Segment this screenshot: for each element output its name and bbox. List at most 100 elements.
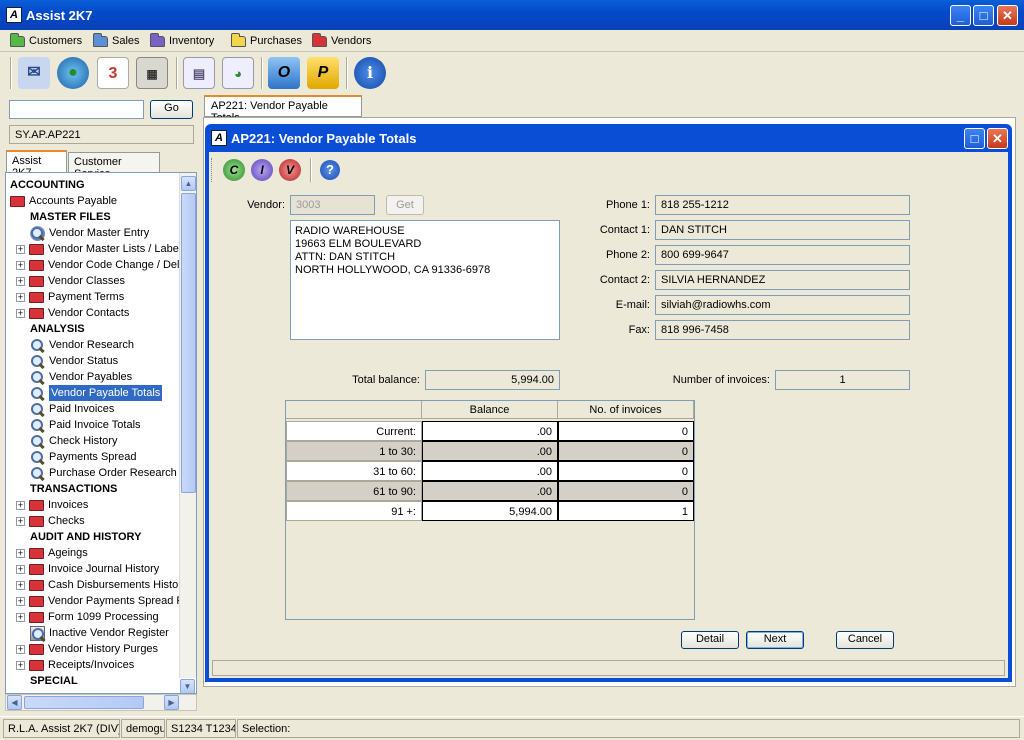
expand-icon[interactable]: + bbox=[16, 580, 25, 590]
scroll-up-icon[interactable]: ▲ bbox=[181, 176, 196, 191]
tree-item[interactable]: + Cash Disbursements Histor bbox=[16, 577, 182, 593]
tree-item[interactable]: + Ageings bbox=[16, 545, 88, 561]
tree-item[interactable]: + Form 1099 Processing bbox=[16, 609, 159, 625]
tree-item[interactable]: Paid Invoices bbox=[30, 401, 114, 417]
tree-item[interactable]: + Vendor Master Lists / Label bbox=[16, 241, 181, 257]
tab-assist-2k7[interactable]: Assist 2K7 bbox=[6, 150, 67, 179]
tree-item[interactable]: + Vendor Contacts bbox=[16, 305, 129, 321]
vendor-label: Vendor: bbox=[247, 199, 285, 211]
tree-item[interactable]: Vendor Status bbox=[30, 353, 118, 369]
contact-value: 800 699-9647 bbox=[655, 245, 910, 265]
expand-icon[interactable]: + bbox=[16, 516, 25, 526]
scroll-right-icon[interactable]: ▶ bbox=[164, 695, 179, 710]
tree-item[interactable]: Vendor Payables bbox=[30, 369, 132, 385]
tree-item[interactable]: Accounts Payable bbox=[10, 193, 117, 209]
calculator-icon[interactable]: ▦ bbox=[136, 57, 168, 89]
toolbar-grip bbox=[211, 158, 213, 182]
cancel-button[interactable]: Cancel bbox=[836, 631, 894, 649]
tree-item[interactable]: + Checks bbox=[16, 513, 85, 529]
grid-cell-count[interactable]: 0 bbox=[558, 421, 694, 441]
menu-customers[interactable]: Customers bbox=[10, 32, 82, 49]
vendor-code-field[interactable]: 3003 bbox=[290, 195, 375, 215]
grid-cell-balance[interactable]: .00 bbox=[422, 421, 558, 441]
tree-item[interactable]: + Receipts/Invoices bbox=[16, 657, 134, 673]
mail-icon[interactable]: ✉ bbox=[18, 57, 50, 89]
tab-customer-service[interactable]: Customer Service bbox=[68, 152, 160, 180]
grid-cell-count[interactable]: 0 bbox=[558, 441, 694, 461]
expand-icon[interactable]: + bbox=[16, 612, 25, 622]
menu-vendors[interactable]: Vendors bbox=[312, 32, 371, 49]
tree-horizontal-scrollbar[interactable]: ◀ ▶ bbox=[5, 694, 197, 711]
tree-item-label: TRANSACTIONS bbox=[30, 483, 118, 495]
outlook-icon[interactable]: O bbox=[268, 57, 300, 89]
tree-item[interactable]: + Vendor History Purges bbox=[16, 641, 158, 657]
grid-cell-balance[interactable]: .00 bbox=[422, 481, 558, 501]
scroll-down-icon[interactable]: ▼ bbox=[180, 679, 195, 693]
publisher-icon[interactable]: P bbox=[307, 57, 339, 89]
detail-button[interactable]: Detail bbox=[681, 631, 739, 649]
info-icon[interactable]: i bbox=[354, 57, 386, 89]
inventory-icon[interactable]: I bbox=[251, 159, 273, 181]
tree-item[interactable]: + Vendor Payments Spread R bbox=[16, 593, 184, 609]
tree-item[interactable]: + Vendor Code Change / Dele bbox=[16, 257, 186, 273]
tree-item-label: Receipts/Invoices bbox=[48, 659, 135, 671]
grid-cell-balance[interactable]: 5,994.00 bbox=[422, 501, 558, 521]
get-button[interactable]: Get bbox=[386, 195, 424, 215]
grid-cell-balance[interactable]: .00 bbox=[422, 441, 558, 461]
status-user: demogui bbox=[121, 719, 165, 738]
maximize-button[interactable]: □ bbox=[973, 5, 994, 26]
inner-close-button[interactable]: ✕ bbox=[987, 128, 1008, 149]
grid-cell-balance[interactable]: .00 bbox=[422, 461, 558, 481]
contact-value: DAN STITCH bbox=[655, 220, 910, 240]
contact-card-icon[interactable]: ▤ bbox=[183, 57, 215, 89]
tree-item[interactable]: + Invoice Journal History bbox=[16, 561, 159, 577]
expand-icon[interactable]: + bbox=[16, 244, 25, 254]
globe-icon[interactable]: ● bbox=[57, 57, 89, 89]
tree-item[interactable]: Vendor Research bbox=[30, 337, 134, 353]
tree-item[interactable]: Vendor Master Entry bbox=[30, 225, 149, 241]
expand-icon[interactable]: + bbox=[16, 660, 25, 670]
go-button[interactable]: Go bbox=[150, 100, 193, 119]
close-button[interactable]: ✕ bbox=[997, 5, 1018, 26]
inner-maximize-button[interactable]: □ bbox=[964, 128, 985, 149]
tree-item[interactable]: Payments Spread bbox=[30, 449, 136, 465]
tree-item[interactable]: + Payment Terms bbox=[16, 289, 124, 305]
tree-item-label: Paid Invoice Totals bbox=[49, 419, 141, 431]
menu-purchases[interactable]: Purchases bbox=[231, 32, 302, 49]
minimize-button[interactable]: _ bbox=[950, 5, 971, 26]
expand-icon[interactable]: + bbox=[16, 276, 25, 286]
next-button[interactable]: Next bbox=[746, 631, 804, 649]
report-chart-icon[interactable]: ◕ bbox=[222, 57, 254, 89]
grid-cell-count[interactable]: 0 bbox=[558, 461, 694, 481]
tree-item[interactable]: Check History bbox=[30, 433, 117, 449]
menu-inventory[interactable]: Inventory bbox=[150, 32, 214, 49]
tree-item[interactable]: Purchase Order Research bbox=[30, 465, 177, 481]
tree-item[interactable]: + Invoices bbox=[16, 497, 88, 513]
expand-icon[interactable]: + bbox=[16, 500, 25, 510]
expand-icon[interactable]: + bbox=[16, 292, 25, 302]
scroll-thumb-h[interactable] bbox=[24, 696, 144, 709]
expand-icon[interactable]: + bbox=[16, 644, 25, 654]
tree-item[interactable]: + Vendor Classes bbox=[16, 273, 125, 289]
search-input[interactable] bbox=[9, 100, 144, 119]
calendar-icon[interactable]: 3 bbox=[97, 57, 129, 89]
folder-icon bbox=[93, 32, 108, 47]
expand-icon[interactable]: + bbox=[16, 260, 25, 270]
tree-item[interactable]: Vendor Payable Totals bbox=[30, 385, 163, 401]
expand-icon[interactable]: + bbox=[16, 596, 25, 606]
vendor-icon[interactable]: V bbox=[279, 159, 301, 181]
customer-icon[interactable]: C bbox=[223, 159, 245, 181]
tree-vertical-scrollbar[interactable]: ▲ bbox=[179, 173, 196, 678]
scroll-left-icon[interactable]: ◀ bbox=[7, 695, 22, 710]
expand-icon[interactable]: + bbox=[16, 308, 25, 318]
menu-sales[interactable]: Sales bbox=[93, 32, 140, 49]
tree-item[interactable]: Inactive Vendor Register bbox=[30, 625, 169, 641]
help-icon[interactable]: ? bbox=[320, 160, 340, 180]
grid-cell-count[interactable]: 0 bbox=[558, 481, 694, 501]
document-tab[interactable]: AP221: Vendor Payable Totals bbox=[204, 95, 362, 124]
expand-icon[interactable]: + bbox=[16, 564, 25, 574]
tree-item[interactable]: Paid Invoice Totals bbox=[30, 417, 141, 433]
scroll-thumb[interactable] bbox=[181, 193, 196, 493]
expand-icon[interactable]: + bbox=[16, 548, 25, 558]
grid-cell-count[interactable]: 1 bbox=[558, 501, 694, 521]
